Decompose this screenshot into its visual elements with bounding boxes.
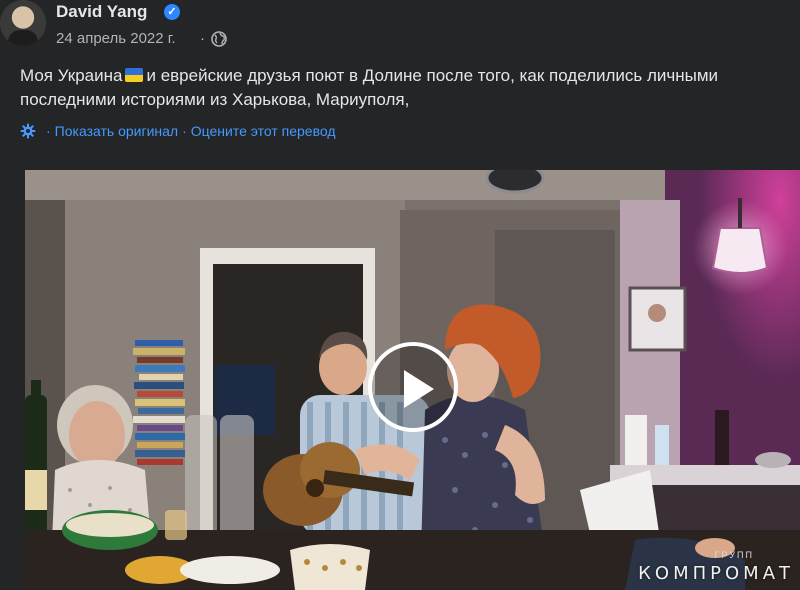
watermark-small-text: ГРУПП (714, 550, 754, 560)
verified-badge-icon: ✓ (164, 4, 180, 20)
date-separator: · (200, 30, 205, 47)
watermark-text: КОМПРОМАТ (638, 563, 794, 584)
show-original-link[interactable]: Показать оригинал (55, 123, 178, 139)
translation-bar: · Показать оригинал · Оцените этот перев… (20, 123, 336, 139)
globe-icon[interactable] (211, 31, 227, 47)
play-icon (404, 370, 434, 408)
translation-separator-1: · (46, 123, 51, 139)
rate-translation-link[interactable]: Оцените этот перевод (191, 123, 336, 139)
video-player[interactable]: ГРУПП КОМПРОМАТ (25, 170, 800, 590)
author-name[interactable]: David Yang (56, 2, 147, 22)
post-date[interactable]: 24 апрель 2022 г. (56, 30, 176, 47)
translation-separator-2: · (182, 123, 187, 139)
ukraine-flag-emoji (125, 68, 144, 82)
gear-icon (20, 123, 36, 139)
post-text: Моя Украина и еврейские друзья поют в Дол… (20, 64, 780, 112)
post-header: David Yang ✓ 24 апрель 2022 г. · (0, 0, 800, 52)
play-button[interactable] (368, 342, 458, 432)
post-text-part1: Моя Украина (20, 66, 123, 85)
avatar[interactable] (0, 0, 46, 46)
